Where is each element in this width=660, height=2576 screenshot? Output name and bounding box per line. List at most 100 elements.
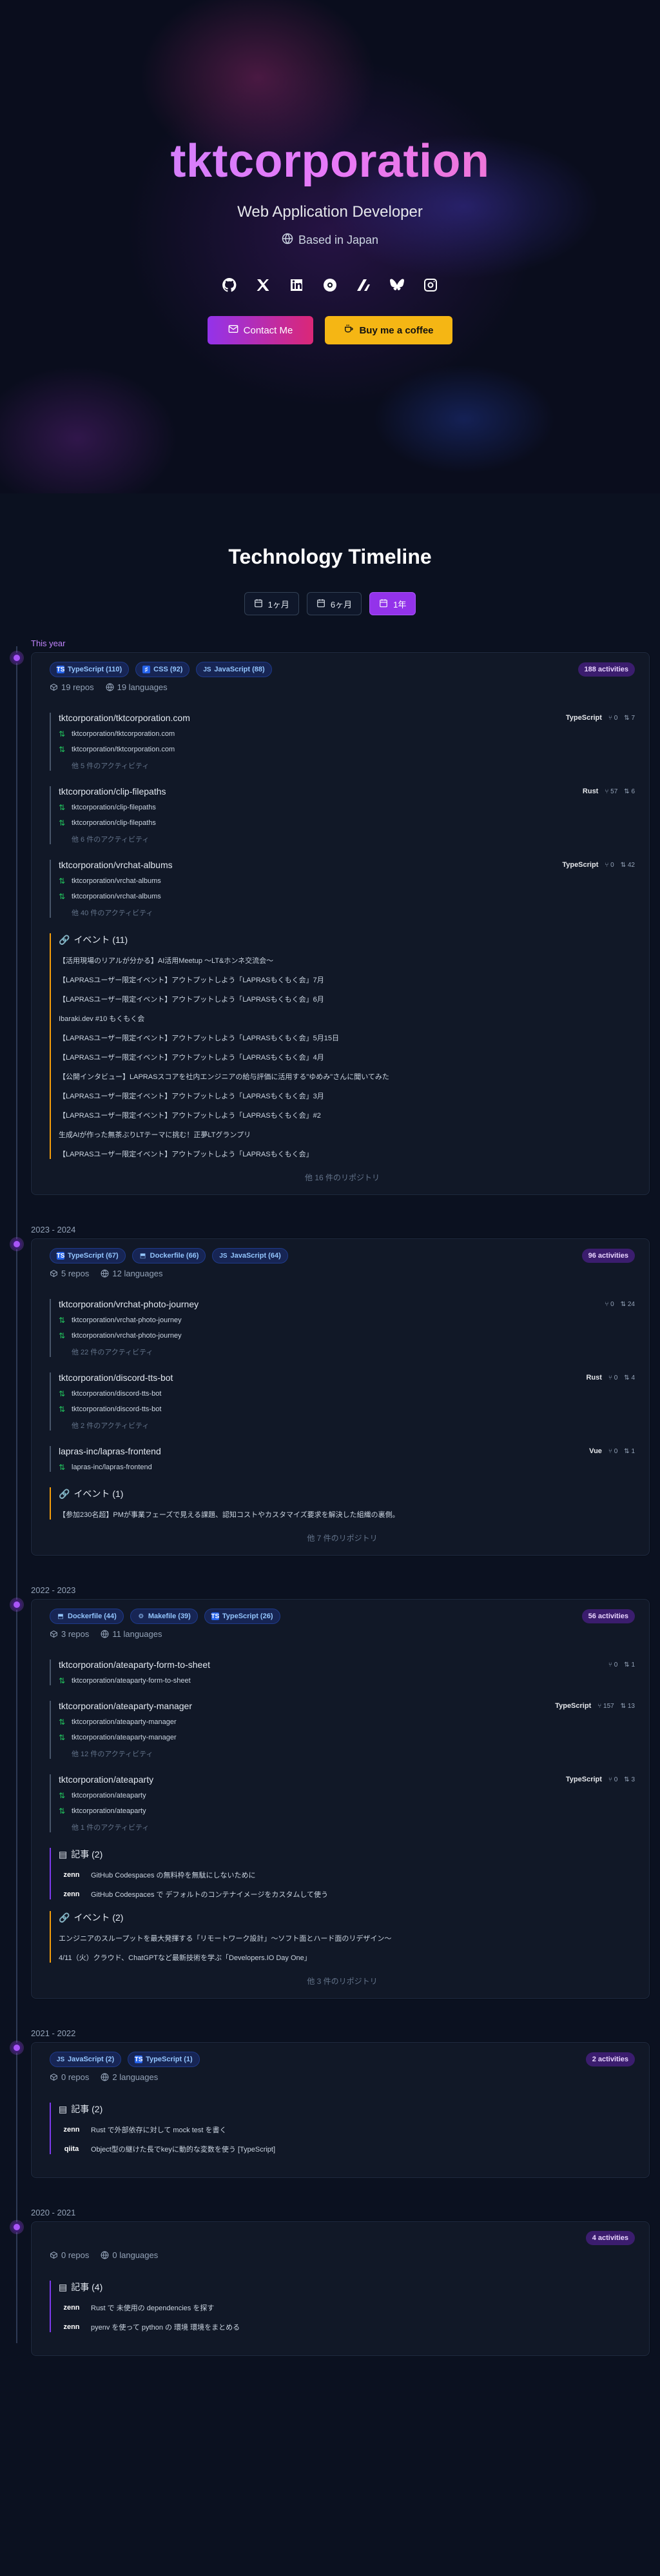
activity-item[interactable]: ⇅ tktcorporation/ateaparty	[59, 1791, 635, 1800]
activities-badge: 188 activities	[578, 662, 635, 677]
repo-name[interactable]: tktcorporation/vrchat-photo-journey	[59, 1299, 199, 1309]
pr-value: 6	[631, 788, 635, 795]
more-activities[interactable]: 他 22 件のアクティビティ	[59, 1347, 635, 1357]
article-item[interactable]: zenn Rust で 未使用の dependencies を探す	[59, 2303, 635, 2313]
pr-value: 13	[627, 1702, 635, 1710]
event-item[interactable]: 【LAPRASユーザー限定イベント】アウトプットしよう「LAPRASもくもく会」…	[59, 1052, 635, 1062]
activity-item[interactable]: ⇅ tktcorporation/clip-filepaths	[59, 818, 635, 827]
activity-item[interactable]: ⇅ tktcorporation/tktcorporation.com	[59, 745, 635, 754]
more-activities[interactable]: 他 5 件のアクティビティ	[59, 760, 635, 771]
event-item[interactable]: 【公開インタビュー】LAPRASスコアを社内エンジニアの給与評価に活用する"ゆめ…	[59, 1071, 635, 1082]
repo-name[interactable]: tktcorporation/ateaparty	[59, 1774, 153, 1785]
period-label: 2022 - 2023	[31, 1585, 76, 1595]
period-meta: 0 repos 2 languages	[50, 2072, 635, 2082]
articles-title: ▤ 記事 (4)	[59, 2281, 635, 2294]
event-item[interactable]: 【参加230名超】PMが事業フェーズで見える課題、認知コストやカスタマイズ要求を…	[59, 1509, 635, 1520]
event-item[interactable]: 【LAPRASユーザー限定イベント】アウトプットしよう「LAPRASもくもく会」…	[59, 1110, 635, 1120]
instagram-icon[interactable]	[422, 276, 440, 294]
linkedin-icon[interactable]	[287, 276, 306, 294]
repo-name[interactable]: tktcorporation/clip-filepaths	[59, 786, 166, 797]
activity-item[interactable]: ⇅ tktcorporation/discord-tts-bot	[59, 1389, 635, 1398]
repo-icon	[50, 683, 58, 691]
contact-button[interactable]: Contact Me	[208, 316, 313, 344]
event-item[interactable]: Ibaraki.dev #10 もくもく会	[59, 1013, 635, 1024]
fork-icon: ⑂	[608, 714, 614, 722]
activity-item[interactable]: ⇅ tktcorporation/vrchat-photo-journey	[59, 1331, 635, 1340]
article-title: Rust で 未使用の dependencies を探す	[91, 2304, 215, 2312]
pull-request-icon: ⇅	[624, 1661, 632, 1669]
article-item[interactable]: zenn GitHub Codespaces で デフォルトのコンテナイメージをカ…	[59, 1889, 635, 1899]
github-icon[interactable]	[220, 276, 238, 294]
event-item[interactable]: 【LAPRASユーザー限定イベント】アウトプットしよう「LAPRASもくもく会」…	[59, 975, 635, 985]
article-item[interactable]: zenn Rust で外部依存に対して mock test を書く	[59, 2125, 635, 2135]
language-icon: JS	[56, 2056, 65, 2063]
activity-item[interactable]: ⇅ tktcorporation/ateaparty	[59, 1807, 635, 1816]
more-repositories[interactable]: 他 3 件のリポジトリ	[50, 1976, 635, 1986]
activity-item[interactable]: ⇅ tktcorporation/vrchat-albums	[59, 877, 635, 886]
more-activities[interactable]: 他 40 件のアクティビティ	[59, 907, 635, 918]
card-header: TS TypeScript (67) ⬒ Dockerfile (66) JS JavaS…	[50, 1248, 635, 1263]
star-count: ⑂ 0	[608, 715, 617, 722]
zenn-icon[interactable]	[354, 276, 373, 294]
event-item[interactable]: 【LAPRASユーザー限定イベント】アウトプットしよう「LAPRASもくもく会」…	[59, 1091, 635, 1101]
repo-name[interactable]: tktcorporation/vrchat-albums	[59, 860, 173, 870]
repo-name[interactable]: tktcorporation/ateaparty-manager	[59, 1701, 192, 1711]
period-card: TS TypeScript (67) ⬒ Dockerfile (66) JS JavaS…	[31, 1238, 650, 1556]
activity-item[interactable]: ⇅ lapras-inc/lapras-frontend	[59, 1463, 635, 1472]
more-activities[interactable]: 他 6 件のアクティビティ	[59, 834, 635, 844]
activity-item[interactable]: ⇅ tktcorporation/tktcorporation.com	[59, 729, 635, 738]
mastodon-icon[interactable]	[321, 276, 339, 294]
activity-text: tktcorporation/tktcorporation.com	[72, 730, 175, 738]
more-activities[interactable]: 他 2 件のアクティビティ	[59, 1420, 635, 1431]
x-twitter-icon[interactable]	[254, 276, 272, 294]
repo-name[interactable]: tktcorporation/tktcorporation.com	[59, 713, 190, 723]
activity-item[interactable]: ⇅ tktcorporation/ateaparty-manager	[59, 1718, 635, 1727]
activity-item[interactable]: ⇅ tktcorporation/ateaparty-form-to-sheet	[59, 1676, 635, 1685]
article-item[interactable]: zenn GitHub Codespaces の無料枠を無駄にしないために	[59, 1870, 635, 1880]
bluesky-icon[interactable]	[388, 276, 406, 294]
activity-item[interactable]: ⇅ tktcorporation/discord-tts-bot	[59, 1405, 635, 1414]
activity-text: tktcorporation/vrchat-albums	[72, 893, 161, 900]
coffee-label: Buy me a coffee	[359, 324, 434, 336]
buy-coffee-button[interactable]: Buy me a coffee	[325, 316, 452, 344]
article-item[interactable]: zenn pyenv を使って python の 環境 環境をまとめる	[59, 2322, 635, 2332]
more-repositories[interactable]: 他 16 件のリポジトリ	[50, 1172, 635, 1183]
more-activities[interactable]: 他 1 件のアクティビティ	[59, 1822, 635, 1832]
activity-item[interactable]: ⇅ tktcorporation/vrchat-albums	[59, 892, 635, 901]
star-count: ⑂ 0	[608, 1374, 617, 1382]
event-item[interactable]: 4/11（火）クラウド、ChatGPTなど最新技術を学ぶ「Developers.…	[59, 1952, 635, 1963]
fork-icon: ⑂	[605, 788, 611, 795]
repo-item: tktcorporation/vrchat-photo-journey ⑂ 0 ⇅ …	[50, 1299, 635, 1357]
range-button-3[interactable]: 1年	[369, 592, 416, 615]
repo-name[interactable]: tktcorporation/discord-tts-bot	[59, 1372, 173, 1383]
repo-item: tktcorporation/vrchat-albums TypeScript ⑂ …	[50, 860, 635, 918]
event-item[interactable]: 【LAPRASユーザー限定イベント】アウトプットしよう「LAPRASもくもく会」…	[59, 994, 635, 1004]
event-item[interactable]: 【活用現場のリアルが分かる】AI活用Meetup 〜LT&ホンネ交流会〜	[59, 955, 635, 966]
repo-name[interactable]: tktcorporation/ateaparty-form-to-sheet	[59, 1660, 210, 1670]
more-repositories[interactable]: 他 7 件のリポジトリ	[50, 1532, 635, 1543]
repo-stats: ⑂ 0 ⇅ 24	[605, 1301, 635, 1308]
range-button-2[interactable]: 6ヶ月	[306, 592, 362, 615]
languages-count: 12 languages	[101, 1269, 162, 1278]
chip-label: TypeScript (110)	[68, 666, 122, 673]
more-activities[interactable]: 他 12 件のアクティビティ	[59, 1749, 635, 1759]
repos-count: 19 repos	[50, 682, 94, 692]
event-item[interactable]: 【LAPRASユーザー限定イベント】アウトプットしよう「LAPRASもくもく会」	[59, 1149, 635, 1159]
activity-item[interactable]: ⇅ tktcorporation/vrchat-photo-journey	[59, 1316, 635, 1325]
language-chip: TS TypeScript (110)	[50, 662, 130, 677]
event-item[interactable]: エンジニアのスループットを最大発揮する「リモートワーク設計」～ソフト面とハード面…	[59, 1933, 635, 1943]
activity-item[interactable]: ⇅ tktcorporation/clip-filepaths	[59, 803, 635, 812]
article-item[interactable]: qiita Object型の継けた長でkeyに動的な変数を使う [TypeScri…	[59, 2144, 635, 2154]
language-icon: TS	[134, 2056, 143, 2063]
repos-count-text: 0 repos	[61, 2250, 90, 2260]
globe-icon	[282, 233, 293, 248]
activity-item[interactable]: ⇅ tktcorporation/ateaparty-manager	[59, 1733, 635, 1742]
language-chip: ⚙ Makefile (39)	[130, 1609, 198, 1624]
star-value: 0	[610, 861, 614, 869]
repo-icon	[50, 2251, 58, 2259]
repo-name[interactable]: lapras-inc/lapras-frontend	[59, 1446, 161, 1456]
article-source: zenn	[63, 1890, 80, 1898]
range-button-1[interactable]: 1ヶ月	[244, 592, 299, 615]
event-item[interactable]: 【LAPRASユーザー限定イベント】アウトプットしよう「LAPRASもくもく会」…	[59, 1033, 635, 1043]
event-item[interactable]: 生成AIが作った無茶ぶりLTテーマに挑む！正夢LTグランプリ	[59, 1129, 635, 1140]
